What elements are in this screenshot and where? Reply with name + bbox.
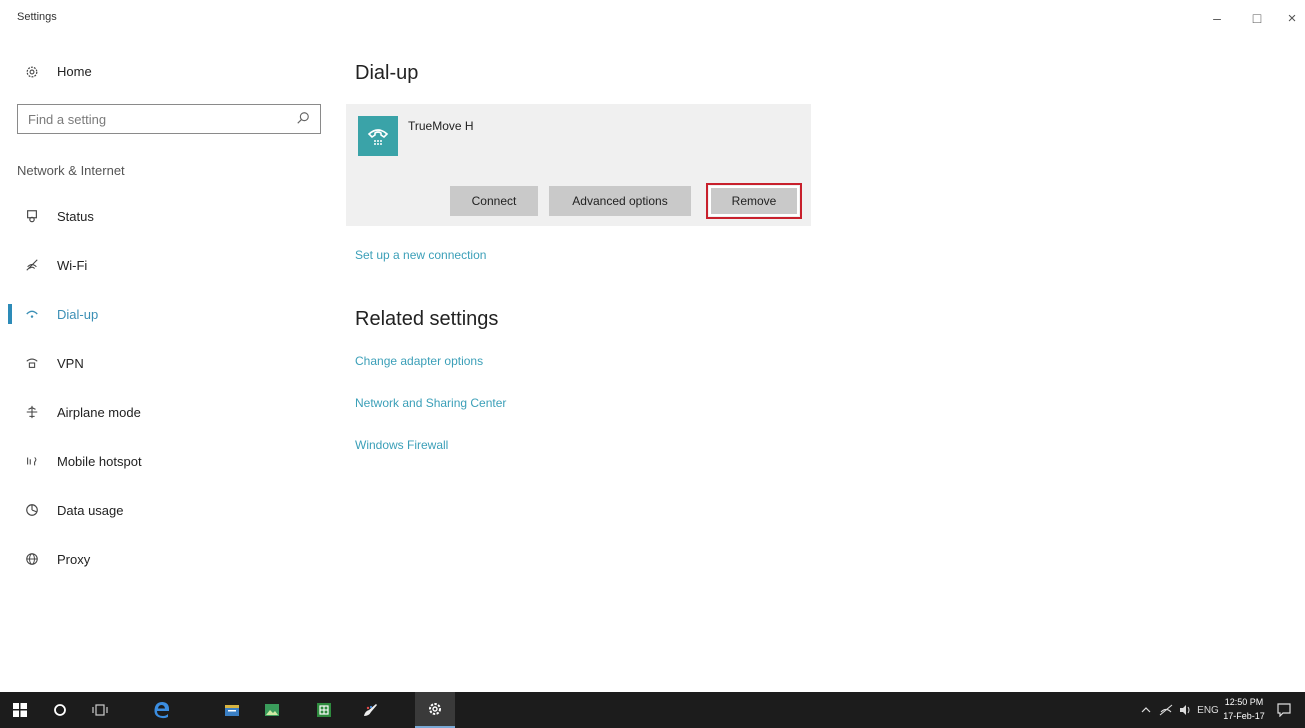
minimize-button[interactable]: – [1204,8,1230,28]
language-indicator[interactable]: ENG [1196,692,1220,728]
sidebar-item-label: Dial-up [57,306,99,322]
clock[interactable]: 12:50 PM 17-Feb-17 [1222,695,1266,723]
connect-button[interactable]: Connect [450,186,538,216]
search-input[interactable] [18,105,288,133]
paint-app-button[interactable] [350,692,390,728]
photos-button[interactable] [252,692,292,728]
sidebar-item-wifi[interactable]: Wi-Fi [22,250,322,280]
connection-name: TrueMove H [408,119,474,133]
network-tray-icon[interactable] [1158,692,1174,728]
phone-icon [358,116,398,156]
sidebar-item-hotspot[interactable]: Mobile hotspot [22,446,322,476]
search-box[interactable] [17,104,321,134]
page-title: Dial-up [355,62,419,84]
hotspot-icon [22,454,42,468]
settings-taskbar-button[interactable] [415,692,455,728]
proxy-icon [22,552,42,566]
edge-button[interactable] [142,692,182,728]
clock-time: 12:50 PM [1224,697,1264,707]
gear-icon [22,65,42,79]
dialup-icon [22,307,42,321]
cortana-search-button[interactable] [40,692,80,728]
advanced-options-button[interactable]: Advanced options [549,186,691,216]
sidebar-item-data-usage[interactable]: Data usage [22,495,322,525]
sidebar-item-label: Data usage [57,502,124,518]
task-view-button[interactable] [80,692,120,728]
sidebar-item-label: Mobile hotspot [57,453,142,469]
task-view-icon [92,704,108,716]
network-sharing-center-link[interactable]: Network and Sharing Center [355,396,506,410]
windows-firewall-link[interactable]: Windows Firewall [355,438,448,452]
windows-logo-icon [13,703,27,717]
show-hidden-icons-chevron-icon[interactable] [1138,692,1154,728]
sidebar-item-proxy[interactable]: Proxy [22,544,322,574]
notification-icon [1277,703,1291,717]
sidebar-item-label: Status [57,208,94,224]
file-explorer-button[interactable] [212,692,252,728]
sidebar-item-status[interactable]: Status [22,201,322,231]
action-center-button[interactable] [1268,692,1300,728]
sidebar-item-vpn[interactable]: VPN [22,348,322,378]
search-icon[interactable] [296,111,312,127]
airplane-icon [22,405,42,419]
gear-icon [429,703,441,715]
search-circle-icon [54,704,66,716]
photo-app-icon [265,704,279,716]
sidebar-item-label: Airplane mode [57,404,141,420]
vpn-icon [22,356,42,370]
sidebar-item-label: VPN [57,355,84,371]
maximize-button[interactable]: □ [1244,8,1270,28]
clock-date: 17-Feb-17 [1223,711,1265,721]
setup-new-connection-link[interactable]: Set up a new connection [355,248,486,262]
main-content: Dial-up TrueMove H Connect Advanced opti… [346,36,1255,692]
nav-home[interactable]: Home [22,64,92,79]
section-header: Network & Internet [17,163,125,178]
data-usage-icon [22,503,42,517]
change-adapter-options-link[interactable]: Change adapter options [355,354,483,368]
taskbar: ENG 12:50 PM 17-Feb-17 [0,692,1305,728]
start-button[interactable] [0,692,40,728]
wifi-icon [22,258,42,272]
dialup-connection-card[interactable]: TrueMove H Connect Advanced options Remo… [346,104,811,226]
sidebar-item-dialup[interactable]: Dial-up [22,299,322,329]
window-title: Settings [17,11,57,23]
sidebar-item-label: Proxy [57,551,91,567]
folder-icon [225,705,239,716]
sidebar-item-label: Wi-Fi [57,257,88,273]
paint-brush-icon [364,704,377,716]
remove-button[interactable]: Remove [706,183,802,219]
sidebar-item-airplane[interactable]: Airplane mode [22,397,322,427]
edge-browser-icon [154,702,169,719]
volume-tray-icon[interactable] [1178,692,1194,728]
close-button[interactable]: × [1279,8,1305,28]
related-settings-title: Related settings [355,308,499,330]
spreadsheet-icon [317,703,331,717]
spreadsheet-app-button[interactable] [304,692,344,728]
sidebar: Home Network & Internet Status Wi-Fi Dia… [0,36,340,692]
nav-home-label: Home [57,64,92,79]
active-indicator [8,304,12,324]
title-bar: Settings – □ × [0,0,1305,36]
status-icon [22,209,42,223]
